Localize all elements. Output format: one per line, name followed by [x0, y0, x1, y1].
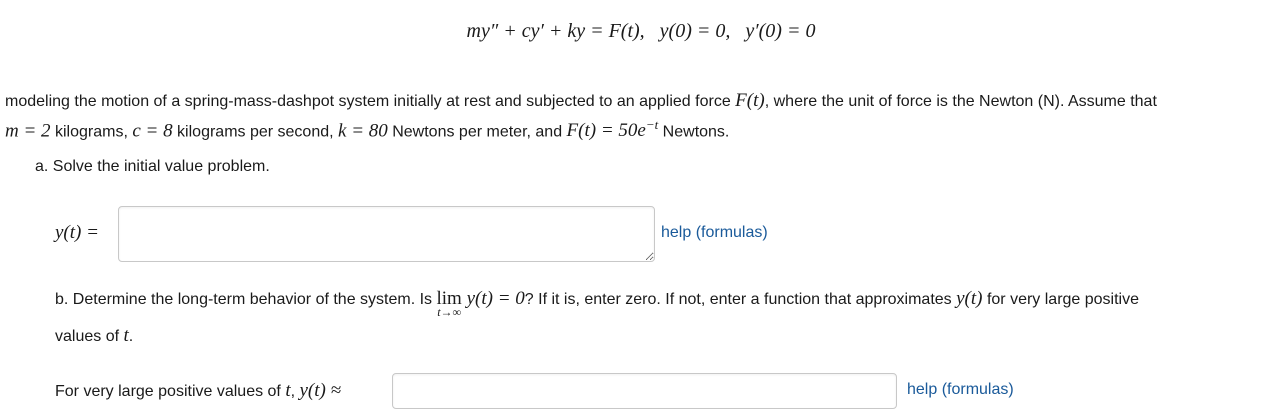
intro-text: , where the unit of force is the Newton … [764, 93, 1157, 110]
problem-intro-line-2: m = 2 kilograms, c = 8 kilograms per sec… [5, 116, 729, 142]
y-of-t-inline: y(t) [956, 288, 983, 309]
equation-lhs: my″ + cy′ + ky = F(t), [466, 20, 645, 42]
part-a-prompt: a. Solve the initial value problem. [35, 158, 270, 175]
part-b-prompt-line-2: values of t. [55, 325, 133, 347]
y-of-t-label: y(t) = [55, 222, 99, 243]
part-a-y-label: y(t) = [55, 222, 99, 244]
part-b-text: values of [55, 328, 124, 345]
differential-equation: my″ + cy′ + ky = F(t), y(0) = 0, y′(0) =… [0, 20, 1282, 43]
intro-text: modeling the motion of a spring-mass-das… [5, 93, 736, 110]
part-b-answer-input[interactable] [392, 373, 897, 409]
intro-text: Newtons. [658, 123, 730, 141]
initial-condition-1: y(0) = 0, [659, 20, 731, 42]
part-b-help-link[interactable]: help (formulas) [907, 381, 1014, 399]
problem-intro-line-1: modeling the motion of a spring-mass-das… [5, 90, 1157, 112]
force-function: F(t) = 50e [566, 120, 646, 142]
part-b-text: . [128, 328, 134, 345]
part-b-prompt-line-1: b. Determine the long-term behavior of t… [55, 288, 1140, 319]
initial-condition-2: y′(0) = 0 [745, 20, 816, 42]
damping-value: c = 8 [132, 120, 173, 142]
lim-subscript: t→∞ [437, 305, 462, 319]
spring-constant-value: k = 80 [338, 120, 388, 142]
part-a-help-link[interactable]: help (formulas) [661, 224, 768, 242]
part-b-answer-label: For very large positive values of t, y(t… [55, 380, 341, 402]
limit-body: y(t) = 0 [461, 288, 525, 309]
intro-text: kilograms, [50, 123, 133, 141]
answer-label-comma: , [290, 383, 300, 400]
mass-value: m = 2 [5, 120, 51, 142]
y-approx-label: y(t) ≈ [299, 380, 342, 401]
intro-text: Newtons per meter, and [387, 123, 567, 141]
limit-expression: lim t→∞ [437, 288, 462, 319]
answer-label-text: For very large positive values of [55, 383, 286, 400]
intro-text: kilograms per second, [172, 123, 339, 141]
part-b-text: ? If it is, enter zero. If not, enter a … [524, 291, 957, 308]
force-exponent: −t [645, 117, 659, 132]
part-b-text: b. Determine the long-term behavior of t… [55, 291, 437, 308]
force-symbol: F(t) [735, 90, 765, 111]
part-a-answer-input[interactable] [118, 206, 655, 262]
part-b-text: for very large positive [982, 291, 1140, 308]
